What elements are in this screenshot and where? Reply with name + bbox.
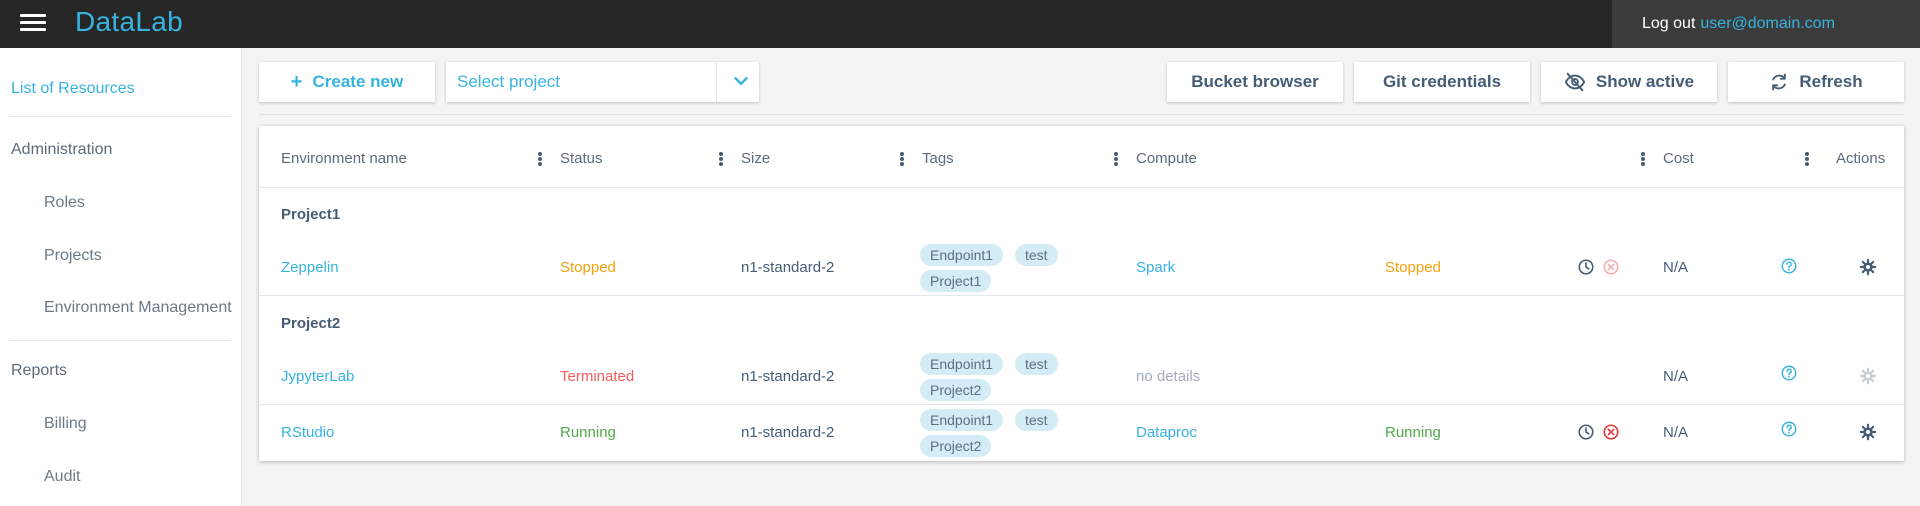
tag-chip: test — [1015, 244, 1058, 266]
cost-text: N/A — [1663, 259, 1689, 276]
env-name-link[interactable]: Zeppelin — [281, 259, 339, 276]
cost-text: N/A — [1663, 368, 1689, 385]
cost-help-icon[interactable] — [1780, 364, 1798, 382]
sidebar-item-roles[interactable]: Roles — [44, 194, 85, 212]
env-name-link[interactable]: JypyterLab — [281, 368, 354, 385]
status-text: Running — [560, 424, 616, 441]
env-name-link[interactable]: RStudio — [281, 424, 334, 441]
column-header-actions: Actions — [1836, 150, 1886, 167]
column-header-environment-name: Environment name — [281, 150, 407, 167]
show-active-button[interactable]: Show active — [1541, 62, 1717, 102]
terminate-icon[interactable] — [1602, 258, 1620, 276]
sidebar-item-billing[interactable]: Billing — [44, 415, 87, 433]
user-block: Log out user@domain.com — [1612, 0, 1920, 48]
project-select[interactable]: Select project — [446, 62, 759, 102]
compute-status-text: Stopped — [1385, 259, 1441, 276]
show-active-label: Show active — [1595, 72, 1695, 91]
user-email-link[interactable]: user@domain.com — [1700, 15, 1835, 33]
compute-link[interactable]: Dataproc — [1136, 424, 1197, 441]
tag-chip: Project1 — [920, 270, 992, 292]
tag-chip: Endpoint1 — [920, 244, 1004, 266]
group-header-project2: Project2 — [281, 315, 341, 332]
settings-gear-icon — [1859, 367, 1877, 385]
logout-link[interactable]: Log out — [1642, 15, 1695, 33]
eye-off-icon — [1564, 72, 1586, 92]
menu-icon[interactable] — [20, 13, 46, 33]
plus-icon: + — [290, 70, 303, 93]
toolbar-divider — [259, 114, 1904, 115]
column-menu-icon[interactable] — [719, 152, 723, 166]
settings-gear-icon[interactable] — [1859, 423, 1877, 441]
refresh-button[interactable]: Refresh — [1728, 62, 1904, 102]
sidebar-item-projects[interactable]: Projects — [44, 247, 102, 265]
sidebar: List of Resources Administration Roles P… — [0, 48, 242, 506]
terminate-icon[interactable] — [1602, 423, 1620, 441]
sidebar-divider — [10, 116, 230, 117]
column-menu-icon[interactable] — [1805, 152, 1809, 166]
tag-chip: Endpoint1 — [920, 353, 1004, 375]
tag-chip: Project2 — [920, 379, 992, 401]
group-header-project1: Project1 — [281, 206, 341, 223]
schedule-clock-icon[interactable] — [1577, 423, 1595, 441]
top-bar: DataLab Log out user@domain.com — [0, 0, 1920, 48]
row-divider — [259, 295, 1904, 296]
app-logo[interactable]: DataLab — [75, 6, 183, 38]
settings-gear-icon[interactable] — [1859, 258, 1877, 276]
bucket-browser-button[interactable]: Bucket browser — [1167, 62, 1343, 102]
column-menu-icon[interactable] — [538, 152, 542, 166]
column-menu-icon[interactable] — [1114, 152, 1118, 166]
resources-table: Environment name Status Size Tags Comput… — [259, 126, 1904, 461]
sidebar-item-administration[interactable]: Administration — [11, 141, 112, 159]
compute-status-text: Running — [1385, 424, 1441, 441]
sidebar-item-reports[interactable]: Reports — [11, 362, 67, 380]
status-text: Stopped — [560, 259, 616, 276]
sidebar-item-environment-management[interactable]: Environment Management — [44, 299, 232, 317]
size-text: n1-standard-2 — [741, 259, 835, 276]
cost-help-icon[interactable] — [1780, 420, 1798, 438]
cost-text: N/A — [1663, 424, 1689, 441]
git-credentials-label: Git credentials — [1382, 72, 1502, 91]
column-header-compute: Compute — [1136, 150, 1197, 167]
sidebar-item-list-of-resources[interactable]: List of Resources — [11, 80, 135, 98]
column-menu-icon[interactable] — [900, 152, 904, 166]
size-text: n1-standard-2 — [741, 424, 835, 441]
column-header-status: Status — [560, 150, 603, 167]
schedule-clock-icon[interactable] — [1577, 258, 1595, 276]
tag-chip: test — [1015, 353, 1058, 375]
header-divider — [259, 187, 1904, 188]
refresh-label: Refresh — [1799, 72, 1863, 91]
create-new-button[interactable]: + Create new — [259, 62, 435, 102]
create-new-label: Create new — [312, 72, 404, 91]
bucket-browser-label: Bucket browser — [1191, 72, 1319, 91]
status-text: Terminated — [560, 368, 635, 385]
compute-link[interactable]: Spark — [1136, 259, 1175, 276]
git-credentials-button[interactable]: Git credentials — [1354, 62, 1530, 102]
compute-text: no details — [1136, 368, 1201, 385]
tag-chip: test — [1015, 409, 1058, 431]
tag-chip: Project2 — [920, 435, 992, 457]
sidebar-item-audit[interactable]: Audit — [44, 468, 80, 486]
column-header-size: Size — [741, 150, 771, 167]
tag-chip: Endpoint1 — [920, 409, 1004, 431]
column-menu-icon[interactable] — [1641, 152, 1645, 166]
chevron-down-icon[interactable] — [730, 70, 752, 92]
column-header-tags: Tags — [922, 150, 954, 167]
size-text: n1-standard-2 — [741, 368, 835, 385]
refresh-icon — [1772, 73, 1787, 91]
row-divider — [259, 404, 1904, 405]
select-divider — [716, 62, 717, 102]
sidebar-divider — [10, 340, 230, 341]
project-select-placeholder: Select project — [457, 72, 560, 91]
column-header-cost: Cost — [1663, 150, 1694, 167]
cost-help-icon[interactable] — [1780, 257, 1798, 275]
